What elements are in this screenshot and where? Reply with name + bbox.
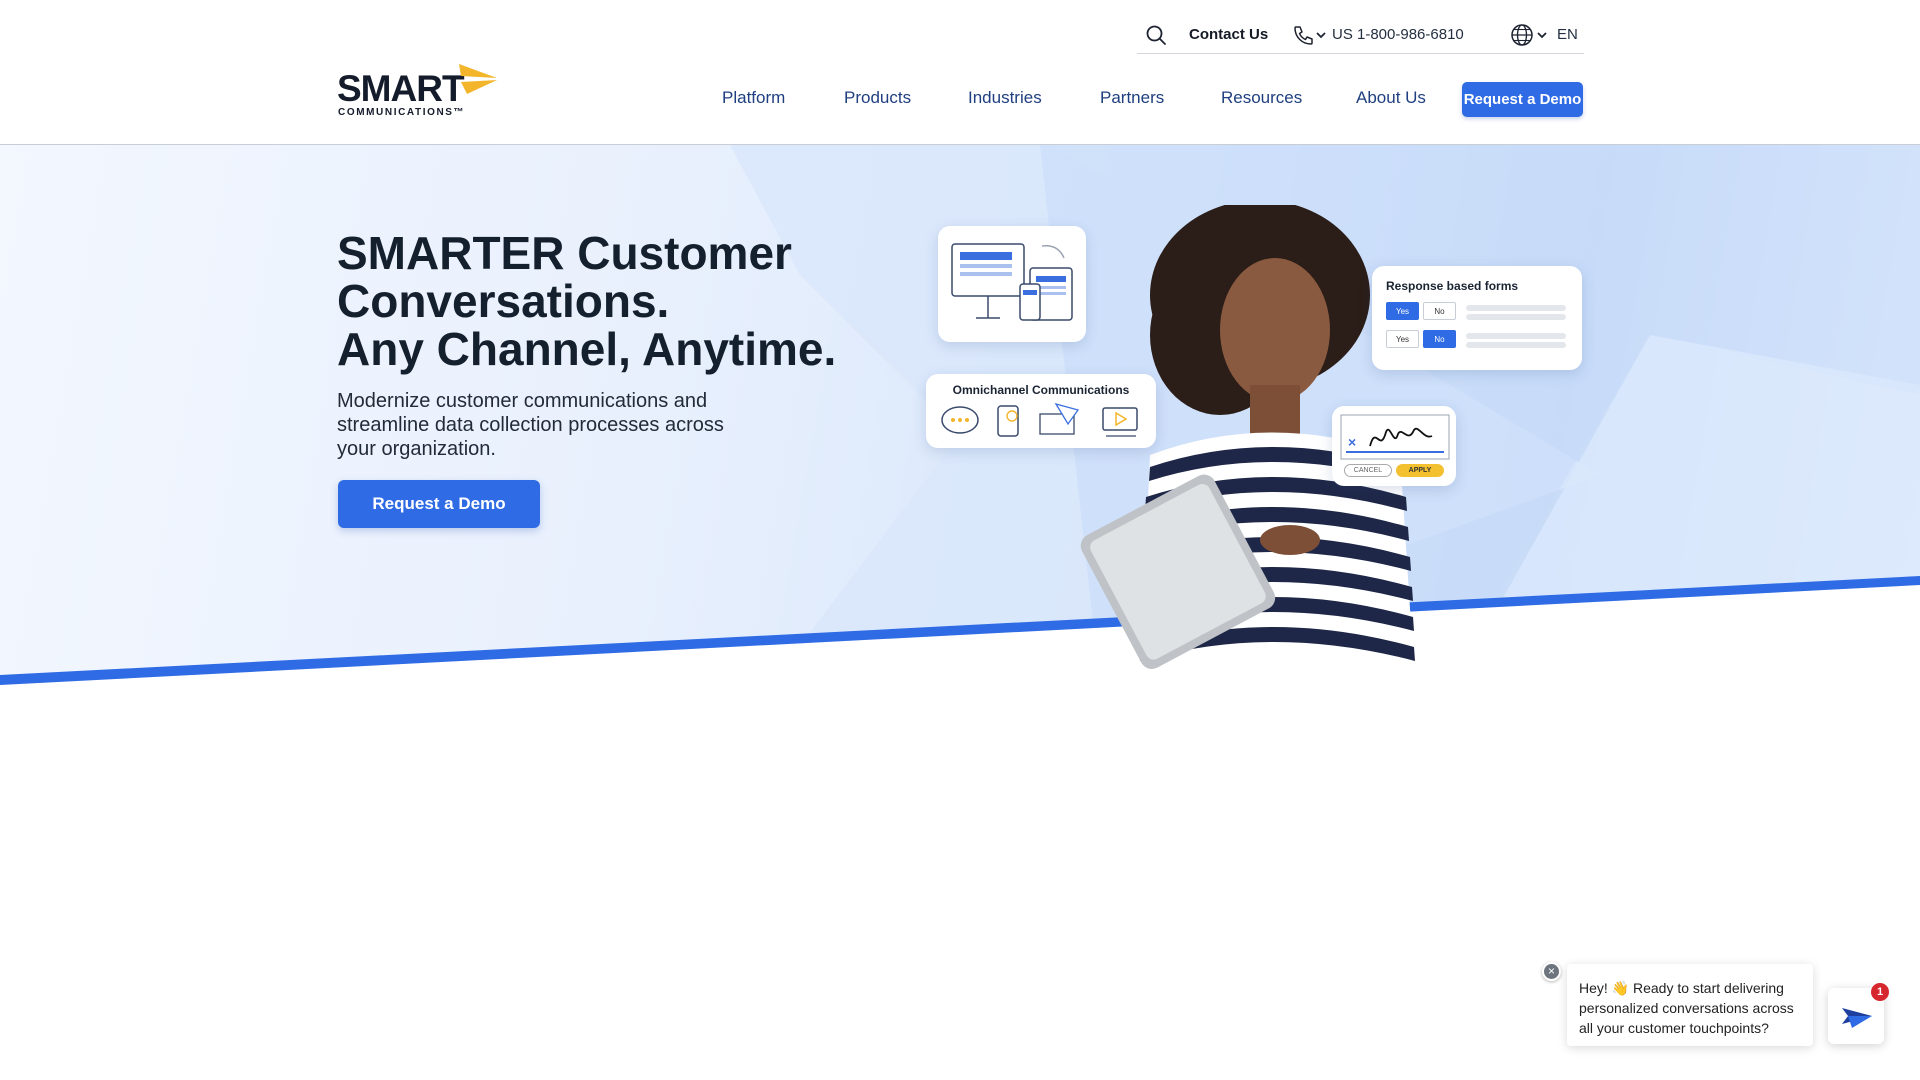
nav-resources[interactable]: Resources	[1221, 88, 1302, 108]
phone-number[interactable]: US 1-800-986-6810	[1332, 26, 1464, 43]
site-header: Contact Us US 1-800-986-6810 EN SMART CO…	[0, 0, 1920, 145]
request-demo-nav-button[interactable]: Request a Demo	[1462, 82, 1583, 117]
omnichannel-card: Omnichannel Communications	[926, 374, 1156, 448]
signature-icon: ×	[1340, 414, 1450, 460]
svg-text:×: ×	[1348, 434, 1356, 450]
no-option: No	[1423, 302, 1456, 320]
nav-partners[interactable]: Partners	[1100, 88, 1164, 108]
response-forms-card: Response based forms Yes No Yes No	[1372, 266, 1582, 370]
phone-icon[interactable]	[1292, 24, 1328, 46]
logo-wordmark: SMART	[337, 68, 465, 109]
hero-title-line-1: SMARTER Customer	[337, 227, 792, 279]
chat-close-button[interactable]: ×	[1542, 962, 1561, 981]
smart-communications-logo[interactable]: SMART COMMUNICATIONS™	[337, 62, 502, 122]
hero-title: SMARTER Customer Conversations. Any Chan…	[337, 229, 897, 373]
apply-pill: APPLY	[1396, 464, 1444, 477]
cancel-pill: CANCEL	[1344, 464, 1392, 477]
yes-option: Yes	[1386, 330, 1419, 348]
language-selector[interactable]: EN	[1557, 26, 1578, 43]
notification-badge: 1	[1871, 983, 1889, 1001]
yes-option: Yes	[1386, 302, 1419, 320]
chat-icon	[941, 406, 979, 434]
utility-bar: Contact Us US 1-800-986-6810 EN	[1137, 18, 1584, 54]
nav-about-us[interactable]: About Us	[1356, 88, 1426, 108]
search-icon[interactable]	[1145, 24, 1167, 46]
nav-platform[interactable]: Platform	[722, 88, 785, 108]
request-demo-hero-button[interactable]: Request a Demo	[338, 480, 540, 528]
logo-subtext: COMMUNICATIONS™	[338, 107, 466, 118]
chevron-down-icon	[1316, 32, 1326, 39]
devices-illustration-icon	[951, 243, 1073, 321]
logo-mark-icon	[459, 64, 497, 94]
hero-title-line-3: Any Channel, Anytime.	[337, 323, 837, 375]
hero-description: Modernize customer communications and st…	[337, 390, 724, 460]
omnichannel-title: Omnichannel Communications	[952, 383, 1130, 397]
nav-industries[interactable]: Industries	[968, 88, 1042, 108]
signature-card: × CANCEL APPLY	[1332, 406, 1456, 486]
hero-section: SMARTER Customer Conversations. Any Chan…	[0, 145, 1920, 685]
response-forms-title: Response based forms	[1386, 279, 1519, 293]
channel-icons	[941, 402, 1138, 437]
email-icon	[1039, 402, 1080, 435]
devices-card	[938, 226, 1086, 342]
no-option: No	[1423, 330, 1456, 348]
globe-icon[interactable]	[1510, 23, 1552, 47]
hero-title-line-2: Conversations.	[337, 275, 670, 327]
chat-message-bubble[interactable]: Hey! 👋 Ready to start delivering persona…	[1567, 964, 1813, 1046]
contact-us-link[interactable]: Contact Us	[1189, 26, 1268, 43]
mobile-icon	[997, 405, 1019, 437]
nav-products[interactable]: Products	[844, 88, 911, 108]
video-icon	[1102, 407, 1138, 437]
